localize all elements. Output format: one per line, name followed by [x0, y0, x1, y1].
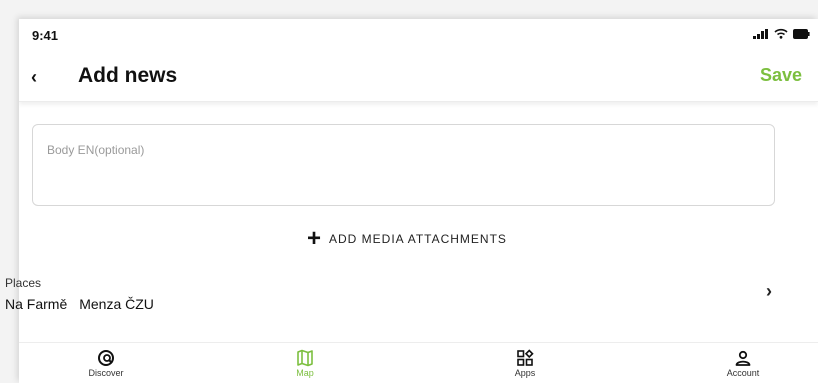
map-icon: [297, 349, 313, 367]
discover-icon: [98, 350, 114, 366]
account-icon: [735, 350, 751, 366]
phone-screen: 9:41 ‹ Add news Save Body EN(optional) +…: [19, 19, 818, 383]
tab-apps[interactable]: Apps: [490, 349, 560, 378]
place-chip: Menza ČZU: [79, 296, 154, 312]
app-header: ‹ Add news Save: [19, 53, 818, 102]
battery-icon: [793, 28, 810, 39]
places-section: Places Na Farmě Menza ČZU: [5, 276, 154, 312]
apps-icon: [517, 349, 534, 366]
body-en-input[interactable]: Body EN(optional): [32, 124, 775, 206]
add-media-button[interactable]: + ADD MEDIA ATTACHMENTS: [307, 225, 507, 252]
tab-discover[interactable]: Discover: [71, 349, 141, 378]
places-caption: Places: [5, 276, 42, 290]
tab-label-apps: Apps: [514, 368, 536, 378]
tab-account[interactable]: Account: [708, 349, 778, 378]
tab-label-account: Account: [726, 368, 760, 378]
page-title: Add news: [78, 64, 178, 87]
body-en-placeholder: Body EN(optional): [47, 143, 145, 157]
tab-map[interactable]: Map: [270, 349, 340, 378]
status-time: 9:41: [32, 28, 59, 43]
places-values: Na Farmě Menza ČZU: [5, 296, 154, 312]
bottom-tab-bar: Discover Map Apps Account: [19, 342, 818, 383]
wifi-icon: [774, 28, 788, 39]
status-icons: [753, 28, 810, 39]
status-bar: 9:41: [19, 19, 818, 53]
add-media-label: ADD MEDIA ATTACHMENTS: [329, 232, 507, 246]
tab-label-map: Map: [296, 368, 314, 378]
chevron-right-icon: ›: [766, 281, 772, 301]
signal-icon: [753, 28, 768, 39]
save-button[interactable]: Save: [760, 65, 802, 86]
tab-label-discover: Discover: [88, 368, 124, 378]
plus-icon: +: [307, 225, 322, 252]
place-chip: Na Farmě: [5, 296, 68, 312]
back-button[interactable]: ‹: [31, 67, 49, 87]
